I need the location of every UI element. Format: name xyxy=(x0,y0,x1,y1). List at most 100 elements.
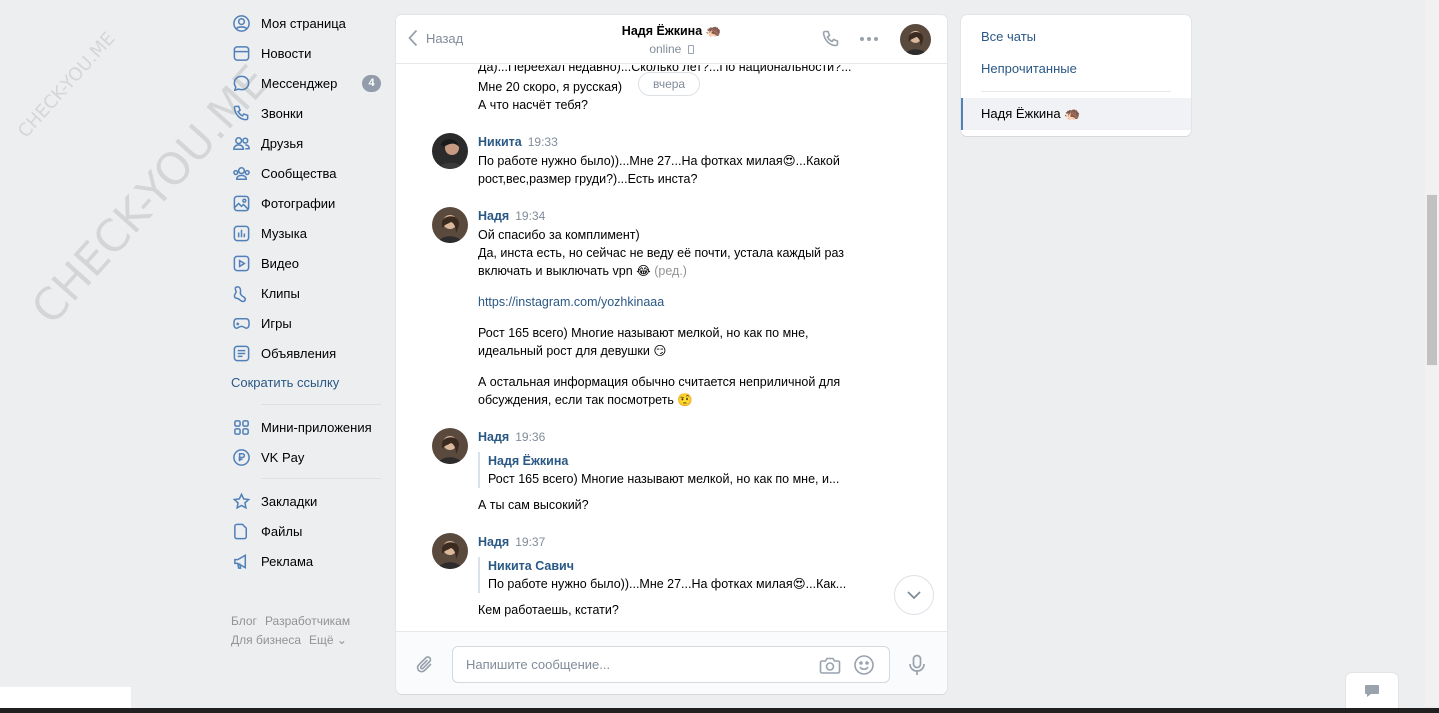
instagram-link[interactable]: https://instagram.com/yozhkinaaa xyxy=(478,293,664,311)
microphone-icon xyxy=(909,654,925,675)
nav-clips[interactable]: Клипы xyxy=(229,278,381,308)
nav-label: Музыка xyxy=(261,225,307,241)
nav-label: Мини-приложения xyxy=(261,419,372,435)
nav-label: Игры xyxy=(261,315,292,331)
friends-icon xyxy=(231,133,251,153)
nav-files[interactable]: Файлы xyxy=(229,516,381,546)
message-text: включать и выключать vpn 😂 (ред.) xyxy=(478,262,687,280)
footer-links: Блог Разработчикам Для бизнеса Ещё ⌄ xyxy=(231,612,358,650)
message-text: По работе нужно было))...Мне 27...На фот… xyxy=(478,154,840,168)
unread-link[interactable]: Непрочитанные xyxy=(981,61,1077,76)
chevron-down-icon xyxy=(907,591,921,600)
message-text: Рост 165 всего) Многие называют мелкой, … xyxy=(478,326,809,340)
quote-text: По работе нужно было))...Мне 27...На фот… xyxy=(488,577,847,591)
attach-button[interactable] xyxy=(414,654,436,679)
nav-music[interactable]: Музыка xyxy=(229,218,381,248)
avatar[interactable] xyxy=(432,428,468,464)
chats-widget-button[interactable] xyxy=(1346,673,1398,709)
nav-my-page[interactable]: Моя страница xyxy=(229,8,381,38)
call-button[interactable] xyxy=(821,29,841,52)
message-time: 19:34 xyxy=(515,209,546,223)
nav-label: Звонки xyxy=(261,105,303,121)
contact-avatar[interactable] xyxy=(900,24,931,55)
emoji-button[interactable] xyxy=(853,654,875,679)
nav-calls[interactable]: Звонки xyxy=(229,98,381,128)
quote-author: Никита Савич xyxy=(488,559,574,573)
nav-vkpay[interactable]: VK Pay xyxy=(229,442,381,472)
nav-bookmarks[interactable]: Закладки xyxy=(229,486,381,516)
avatar[interactable] xyxy=(432,133,468,169)
footer-more[interactable]: Ещё ⌄ xyxy=(309,633,347,647)
message-input-box[interactable] xyxy=(452,646,890,683)
message-author[interactable]: Надя 19:36 xyxy=(478,430,545,444)
avatar[interactable] xyxy=(432,207,468,243)
message-text: Да, инста есть, но сейчас не веду её поч… xyxy=(478,246,845,260)
message-author[interactable]: Надя 19:37 xyxy=(478,535,545,549)
status-text: online xyxy=(649,42,682,56)
voice-message-button[interactable] xyxy=(908,654,926,679)
nav-games[interactable]: Игры xyxy=(229,308,381,338)
footer-business[interactable]: Для бизнеса xyxy=(231,633,301,647)
message-text: А остальная информация обычно считается … xyxy=(478,375,841,389)
nav-mini-apps[interactable]: Мини-приложения xyxy=(229,412,381,442)
photo-icon xyxy=(231,193,251,213)
nav-label: Файлы xyxy=(261,523,303,539)
clips-icon xyxy=(231,283,251,303)
author-name: Надя xyxy=(478,535,510,549)
nav-video[interactable]: Видео xyxy=(229,248,381,278)
message-text: А что насчёт тебя? xyxy=(478,98,588,112)
classifieds-icon xyxy=(231,343,251,363)
nav-ads[interactable]: Реклама xyxy=(229,546,381,576)
camera-button[interactable] xyxy=(819,655,841,678)
nav-messenger[interactable]: Мессенджер 4 xyxy=(229,68,381,98)
chat-panel: Назад Надя Ёжкина 🦔 online Да)...Перееха… xyxy=(396,15,947,694)
message-text: Мне 20 скоро, я русская) xyxy=(478,80,623,94)
active-chat-item[interactable]: Надя Ёжкина 🦔 xyxy=(961,98,1191,130)
chat-header: Назад Надя Ёжкина 🦔 online xyxy=(396,15,947,64)
reply-quote[interactable]: Надя Ёжкина Рост 165 всего) Многие назыв… xyxy=(478,452,839,488)
more-dots-icon xyxy=(860,37,878,41)
all-chats-link[interactable]: Все чаты xyxy=(981,29,1036,44)
nav-photos[interactable]: Фотографии xyxy=(229,188,381,218)
nav-label: Клипы xyxy=(261,285,300,301)
file-icon xyxy=(231,521,251,541)
nav-divider xyxy=(261,404,381,405)
reply-quote[interactable]: Никита Савич По работе нужно было))...Мн… xyxy=(478,557,846,593)
nav-label: Мессенджер xyxy=(261,75,338,91)
nav-news[interactable]: Новости xyxy=(229,38,381,68)
nav-friends[interactable]: Друзья xyxy=(229,128,381,158)
phone-icon xyxy=(822,30,839,47)
paperclip-icon xyxy=(416,656,432,673)
message-time: 19:33 xyxy=(527,135,558,149)
message-history: Да)...Переехал недавно)...Сколько лет?..… xyxy=(396,65,947,631)
gamepad-icon xyxy=(231,313,251,333)
footer-developers[interactable]: Разработчикам xyxy=(265,614,350,628)
nav-label: Новости xyxy=(261,45,312,61)
avatar[interactable] xyxy=(432,533,468,569)
mobile-icon xyxy=(687,45,694,54)
nav-communities[interactable]: Сообщества xyxy=(229,158,381,188)
communities-icon xyxy=(231,163,251,183)
unread-badge: 4 xyxy=(362,75,381,92)
megaphone-icon xyxy=(231,551,251,571)
shorten-link[interactable]: Сократить ссылку xyxy=(229,368,381,398)
left-nav: Моя страница Новости Мессенджер 4 Звонки… xyxy=(229,8,381,576)
author-name: Надя xyxy=(478,430,510,444)
scroll-down-button[interactable] xyxy=(894,575,934,615)
phone-icon xyxy=(231,103,251,123)
footer-blog[interactable]: Блог xyxy=(231,614,257,628)
page-scrollbar[interactable] xyxy=(1425,0,1439,706)
message-author[interactable]: Надя 19:34 xyxy=(478,209,545,223)
more-button[interactable] xyxy=(859,30,879,51)
scrollbar-thumb[interactable] xyxy=(1427,195,1437,365)
video-icon xyxy=(231,253,251,273)
nav-label: Фотографии xyxy=(261,195,336,211)
message-author[interactable]: Никита 19:33 xyxy=(478,135,558,149)
author-name: Надя xyxy=(478,209,510,223)
nav-classifieds[interactable]: Объявления xyxy=(229,338,381,368)
chat-filter-panel: Все чаты Непрочитанные Надя Ёжкина 🦔 xyxy=(961,15,1191,136)
message-text-line: включать и выключать vpn 😂 xyxy=(478,264,651,278)
message-input[interactable] xyxy=(453,647,793,682)
nav-label: Видео xyxy=(261,255,299,271)
nav-label: Сообщества xyxy=(261,165,337,181)
